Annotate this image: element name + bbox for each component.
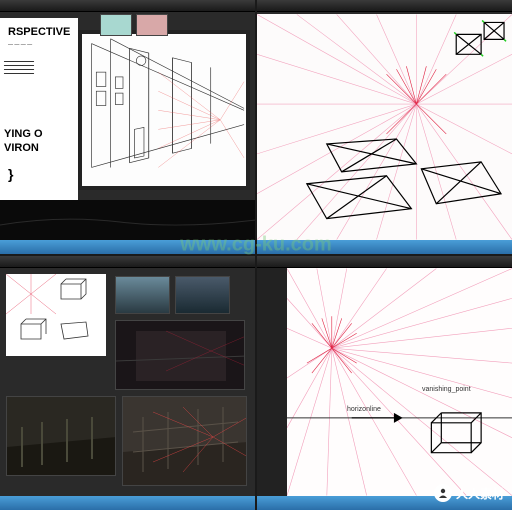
taskbar-tl[interactable]	[0, 240, 255, 254]
dark-sidebar[interactable]	[257, 268, 287, 496]
concept-thumb-1[interactable]	[115, 276, 170, 314]
subtitle-text: — — — —	[8, 42, 70, 48]
main-canvas-tl[interactable]	[78, 30, 250, 190]
concept-thumb-5[interactable]	[122, 396, 247, 486]
titlebar-tr[interactable]	[257, 0, 512, 12]
architectural-sketch	[82, 34, 246, 187]
perspective-title-panel: RSPECTIVE — — — — YING O VIRON }	[0, 18, 78, 218]
screenshot-grid: RSPECTIVE — — — — YING O VIRON }	[0, 0, 512, 510]
boxes-panel[interactable]	[6, 274, 106, 356]
quadrant-br: vanishing_point horizonline	[257, 256, 512, 510]
sketch-hatching	[4, 58, 34, 77]
quadrant-tr: TIVE	[257, 0, 512, 254]
quadrant-bl	[0, 256, 255, 510]
dark-interior-art	[116, 321, 244, 389]
logo-icon	[434, 484, 452, 502]
taskbar-tr[interactable]	[257, 240, 512, 254]
cube-sketches	[6, 274, 106, 356]
construction-concept	[123, 397, 246, 485]
title-line1: RSPECTIVE	[8, 26, 70, 38]
single-point-perspective	[287, 268, 512, 496]
horizon-label: horizonline	[347, 406, 381, 413]
concept-thumb-2[interactable]	[175, 276, 230, 314]
perspective-grid-drawing	[257, 14, 512, 240]
titlebar-tl[interactable]	[0, 0, 255, 12]
concept-thumb-4[interactable]	[6, 396, 116, 476]
titlebar-bl[interactable]	[0, 256, 255, 268]
vp-label: vanishing_point	[422, 386, 471, 393]
logo-overlay: 人人素材	[434, 484, 504, 502]
bracket-glyph: }	[8, 166, 13, 182]
quadrant-tl: RSPECTIVE — — — — YING O VIRON }	[0, 0, 255, 254]
thumb-ref-1[interactable]	[100, 14, 132, 36]
industrial-concept	[7, 397, 115, 475]
dark-landscape	[0, 200, 255, 240]
bottom-dark-panel	[0, 200, 255, 240]
titlebar-br[interactable]	[257, 256, 512, 268]
title-line3: VIRON	[4, 142, 39, 154]
thumb-ref-2[interactable]	[136, 14, 168, 36]
main-canvas-br[interactable]: vanishing_point horizonline	[287, 268, 512, 496]
taskbar-bl[interactable]	[0, 496, 255, 510]
title-line2: YING O	[4, 128, 43, 140]
concept-thumb-3[interactable]	[115, 320, 245, 390]
logo-text: 人人素材	[456, 485, 504, 502]
main-canvas-tr[interactable]	[257, 14, 512, 240]
